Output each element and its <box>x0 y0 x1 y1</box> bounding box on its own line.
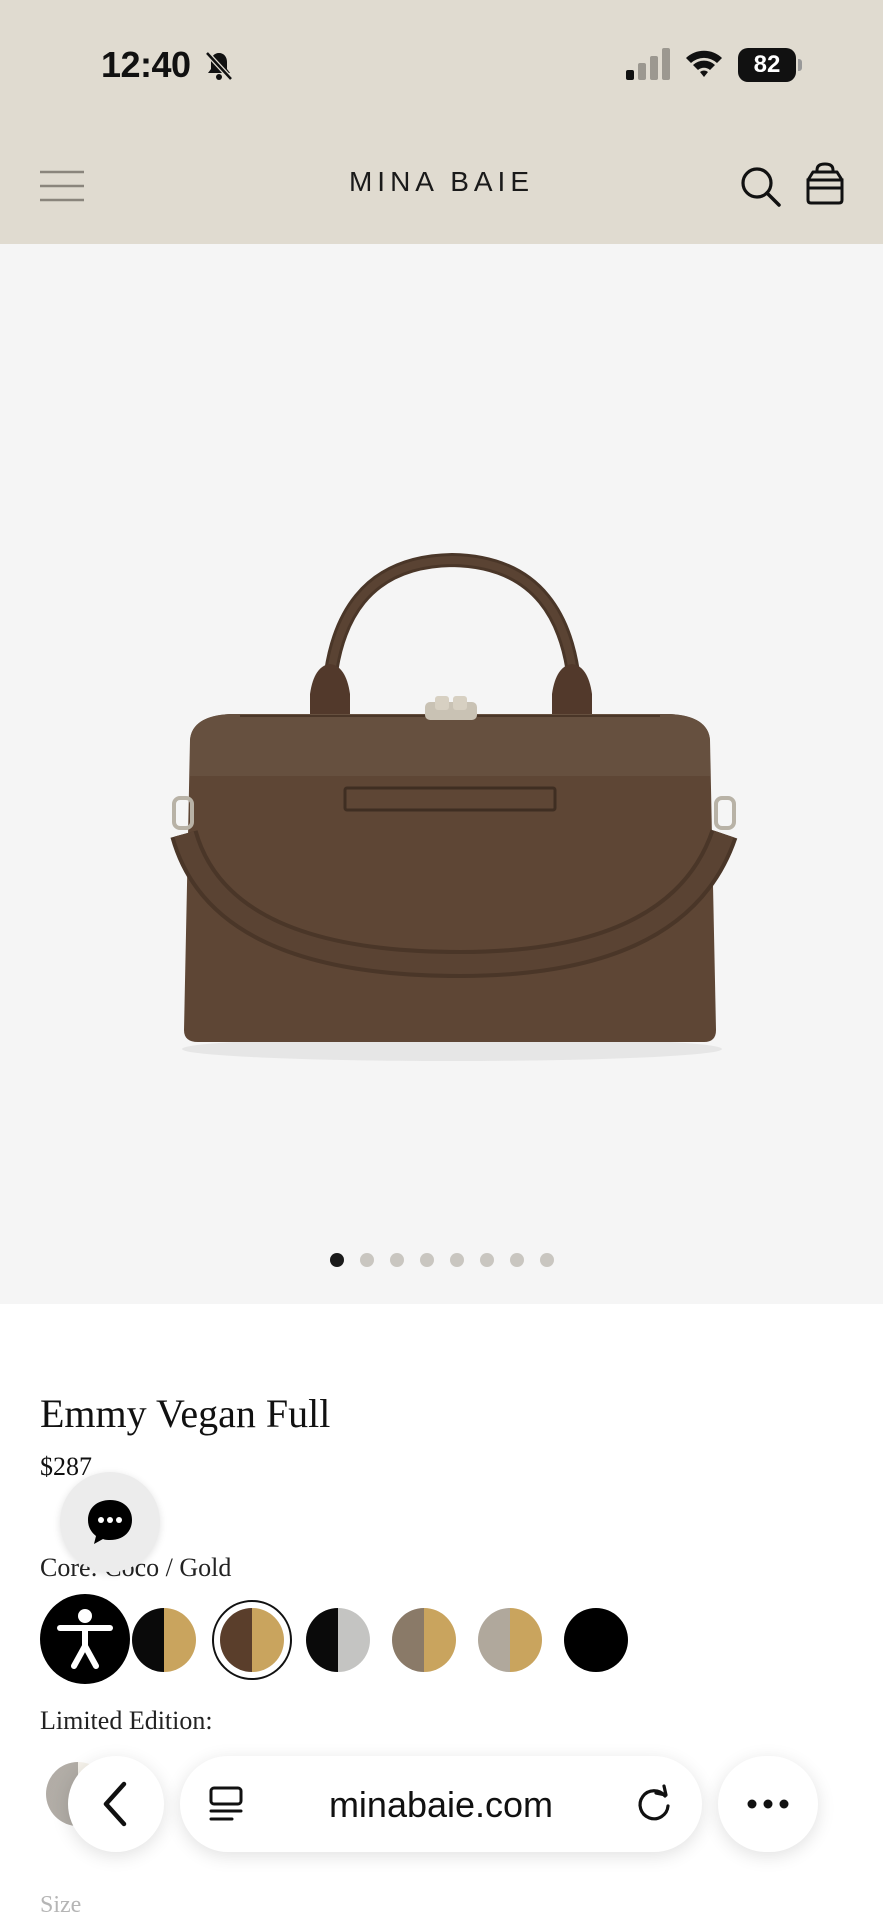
pagination-dot[interactable] <box>479 1253 494 1267</box>
pagination-dot[interactable] <box>509 1253 524 1267</box>
pagination-dot[interactable] <box>359 1253 374 1267</box>
product-title: Emmy Vegan Full <box>40 1391 331 1436</box>
wifi-icon <box>686 50 722 77</box>
battery-indicator: 82 <box>738 48 802 82</box>
pagination-dot[interactable] <box>449 1253 464 1267</box>
browser-more-button[interactable] <box>718 1756 818 1852</box>
site-header: MINA BAIE <box>0 128 883 244</box>
browser-back-button[interactable] <box>68 1756 164 1852</box>
shopping-bag-icon[interactable] <box>804 162 846 206</box>
more-dots-icon <box>747 1799 789 1809</box>
size-label: Size <box>40 1892 82 1918</box>
cellular-signal-icon <box>626 48 670 80</box>
pagination-dot[interactable] <box>329 1253 344 1267</box>
pagination-dot[interactable] <box>419 1253 434 1267</box>
product-price: $287 <box>40 1452 92 1481</box>
status-time: 12:40 <box>101 44 191 85</box>
url-text[interactable]: minabaie.com <box>180 1784 702 1826</box>
color-swatch[interactable] <box>306 1608 370 1672</box>
battery-level: 82 <box>738 48 796 82</box>
color-swatch[interactable] <box>478 1608 542 1672</box>
accessibility-button[interactable] <box>40 1594 130 1684</box>
browser-url-bar[interactable]: minabaie.com <box>180 1756 702 1852</box>
gallery-pagination <box>0 1253 883 1267</box>
bell-muted-icon <box>205 51 233 81</box>
product-image-bag[interactable] <box>160 544 740 1064</box>
product-gallery[interactable] <box>0 244 883 1304</box>
accessibility-icon <box>57 1609 113 1669</box>
battery-cap <box>798 59 802 71</box>
chat-bubble-icon <box>88 1500 132 1544</box>
status-bar: 12:40 82 <box>0 0 883 128</box>
pagination-dot[interactable] <box>539 1253 554 1267</box>
chat-button[interactable] <box>60 1472 160 1572</box>
color-swatch-selected[interactable] <box>220 1608 284 1672</box>
limited-edition-label: Limited Edition: <box>40 1706 213 1735</box>
pagination-dot[interactable] <box>389 1253 404 1267</box>
color-swatch[interactable] <box>132 1608 196 1672</box>
search-icon[interactable] <box>738 164 782 208</box>
color-swatch[interactable] <box>564 1608 628 1672</box>
color-swatch-row <box>40 1594 880 1686</box>
color-swatch[interactable] <box>392 1608 456 1672</box>
reload-icon[interactable] <box>634 1784 674 1824</box>
chevron-left-icon <box>103 1781 127 1827</box>
